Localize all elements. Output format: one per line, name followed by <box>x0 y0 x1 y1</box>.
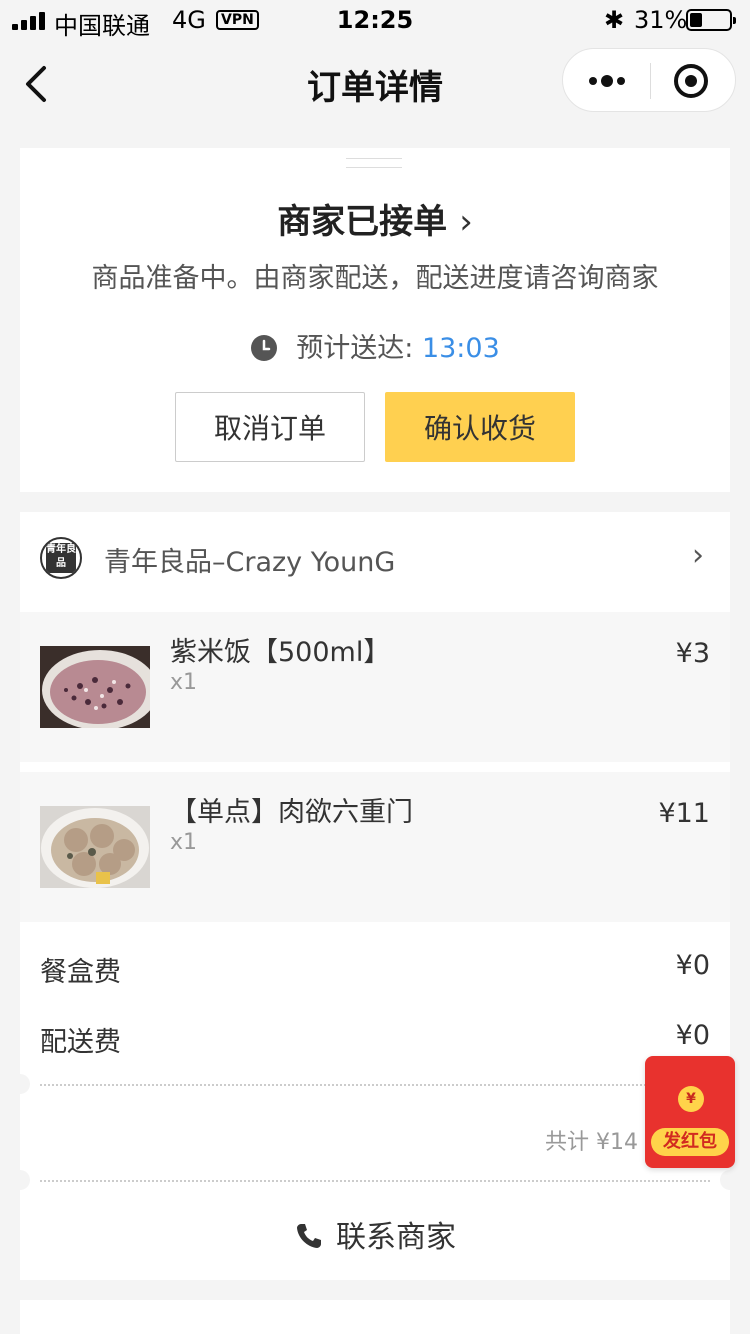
purple-rice-image <box>40 646 150 728</box>
item-name: 紫米饭【500ml】 <box>170 637 391 668</box>
capsule-divider <box>650 63 651 99</box>
red-packet-label: 发红包 <box>651 1128 729 1156</box>
shop-logo: 青年良品 <box>40 537 82 579</box>
cancel-order-button[interactable]: 取消订单 <box>175 392 365 462</box>
divider <box>40 1084 710 1086</box>
order-item: 【单点】肉欲六重门 x1 ¥11 <box>20 772 730 922</box>
bluetooth-icon: ✱ <box>604 6 625 34</box>
order-status-card: 商家已接单 › 商品准备中。由商家配送，配送进度请咨询商家 预计送达: 13:03… <box>20 148 730 492</box>
shop-logo-text: 青年良品 <box>46 543 76 573</box>
total-row: 共计 ¥14实付 <box>40 1118 710 1157</box>
order-detail-card: 青年良品 青年良品–Crazy YounG › 紫米饭【500ml】 x1 ¥3… <box>10 512 740 1280</box>
ticket-notch <box>10 1074 30 1094</box>
shop-row[interactable]: 青年良品 青年良品–Crazy YounG › <box>20 512 730 612</box>
contact-merchant-button[interactable]: 联系商家 <box>20 1212 730 1256</box>
ticket-notch <box>10 1170 30 1190</box>
clock-icon <box>251 335 278 361</box>
delivery-fee-label: 配送费 <box>40 1027 121 1058</box>
eta-label: 预计送达: <box>296 333 414 364</box>
delivery-fee-row: 配送费 ¥0 <box>40 1020 710 1059</box>
order-item: 紫米饭【500ml】 x1 ¥3 <box>20 612 730 762</box>
eta-time: 13:03 <box>421 333 500 364</box>
drag-handle <box>346 158 402 168</box>
mini-program-capsule <box>562 48 736 112</box>
delivery-fee-amount: ¥0 <box>675 1020 710 1051</box>
box-fee-amount: ¥0 <box>675 950 710 981</box>
nav-bar: 订单详情 <box>0 40 750 126</box>
red-packet-button[interactable]: ¥ 发红包 <box>645 1056 735 1168</box>
item-price: ¥11 <box>658 798 710 829</box>
box-fee-label: 餐盒费 <box>40 957 121 988</box>
target-icon[interactable] <box>673 63 709 99</box>
total-sum: 共计 ¥14 <box>545 1130 638 1155</box>
more-dots-icon[interactable] <box>587 71 627 91</box>
confirm-receipt-button[interactable]: 确认收货 <box>385 392 575 462</box>
battery-percent: 31% <box>634 6 688 34</box>
eta-row: 预计送达: 13:03 <box>20 326 730 365</box>
ticket-notch <box>720 1170 740 1190</box>
item-name: 【单点】肉欲六重门 <box>170 797 413 828</box>
contact-label: 联系商家 <box>336 1220 456 1255</box>
order-status-text: 商家已接单 <box>277 202 448 242</box>
chevron-right-icon: › <box>459 202 473 242</box>
coin-icon: ¥ <box>678 1086 704 1112</box>
order-status-title[interactable]: 商家已接单 › <box>20 194 730 243</box>
item-quantity: x1 <box>170 830 198 855</box>
item-price: ¥3 <box>675 638 710 669</box>
next-card <box>20 1300 730 1334</box>
battery-icon <box>686 9 736 31</box>
shop-name: 青年良品–Crazy YounG <box>104 547 396 578</box>
status-bar: 中国联通 4G VPN 12:25 ✱ 31% <box>0 0 750 40</box>
box-fee-row: 餐盒费 ¥0 <box>40 950 710 989</box>
order-status-subtitle: 商品准备中。由商家配送，配送进度请咨询商家 <box>91 263 659 294</box>
chevron-right-icon: › <box>692 538 704 573</box>
meatball-dish-image <box>40 806 150 888</box>
phone-icon <box>297 1224 321 1248</box>
divider <box>40 1180 710 1182</box>
item-quantity: x1 <box>170 670 198 695</box>
